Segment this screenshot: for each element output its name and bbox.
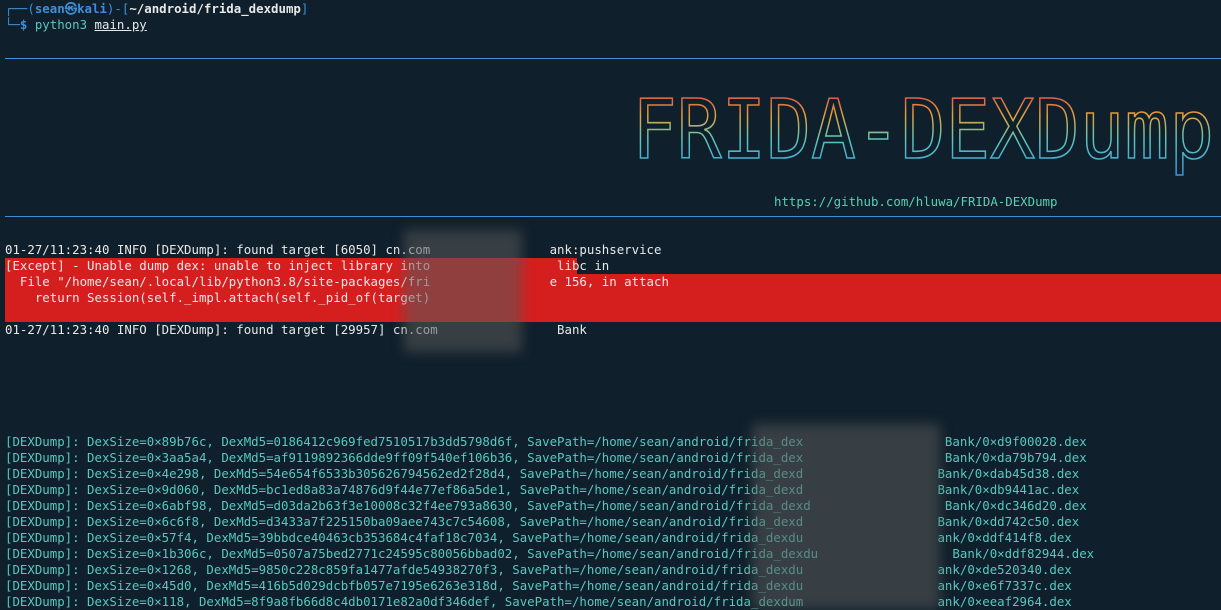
frida-dexdump-banner: FRIDA-DEXDump (632, 82, 1215, 179)
log-except-file: File "/home/sean/.local/lib/python3.8/si… (5, 274, 669, 289)
prompt-user: sean (34, 1, 65, 16)
project-url[interactable]: https://github.com/hluwa/FRIDA-DEXDump (774, 194, 1057, 210)
redaction-blur-paths (752, 424, 940, 609)
banner-art: FRIDA-DEXDump (632, 83, 1214, 178)
command-line[interactable]: └─$ python3 main.py (5, 17, 147, 33)
command-argument: main.py (94, 17, 147, 32)
command-program: python3 (34, 17, 88, 32)
divider-top (5, 58, 1221, 59)
prompt-header: ┌──(sean㉿kali)-[~/android/frida_dexdump] (5, 1, 309, 16)
redaction-blur-package (404, 230, 522, 352)
prompt-cwd: ~/android/frida_dexdump (129, 1, 301, 16)
divider-bottom (5, 216, 1221, 217)
prompt-separator: ㉿ (64, 1, 78, 16)
prompt-host: kali (77, 1, 107, 16)
log-found-target-1: 01-27/11:23:40 INFO [DEXDump]: found tar… (5, 242, 662, 257)
log-except-return: return Session(self._impl.attach(self._p… (5, 290, 431, 305)
